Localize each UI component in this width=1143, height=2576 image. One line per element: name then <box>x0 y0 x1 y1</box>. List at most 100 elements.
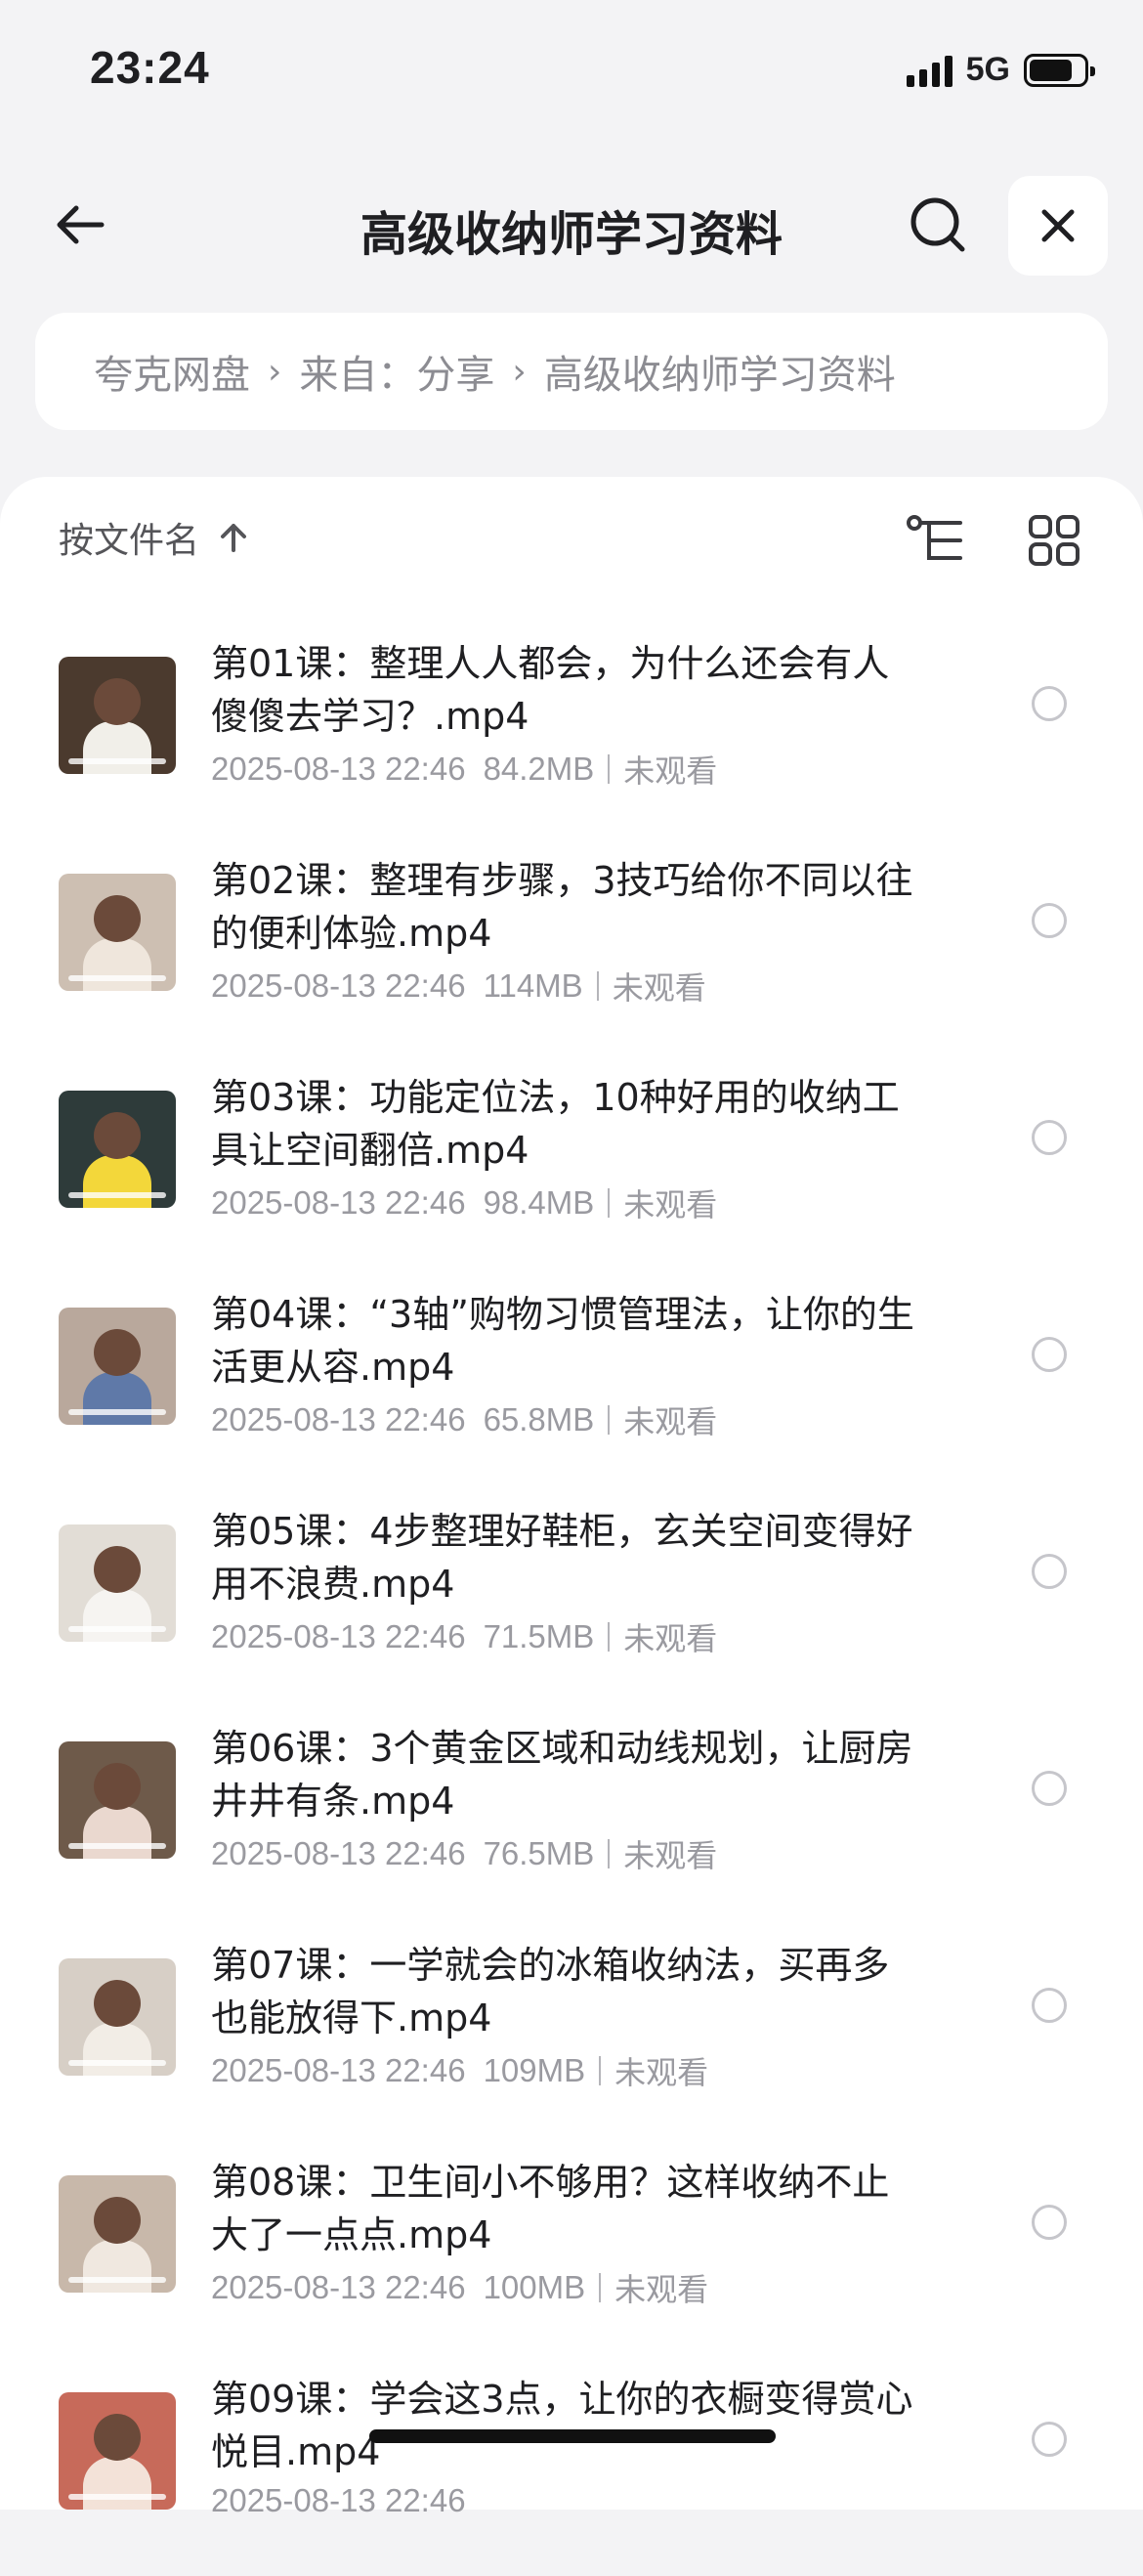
meta-divider <box>599 2273 602 2302</box>
status-time: 23:24 <box>90 42 210 93</box>
grid-view-icon <box>1029 515 1080 566</box>
home-indicator[interactable] <box>369 2429 776 2443</box>
file-date: 2025-08-13 22:46 <box>211 2269 466 2305</box>
thumbnail-caption <box>68 1626 166 1632</box>
video-thumbnail <box>59 1741 176 1859</box>
thumbnail-figure-head <box>94 1329 141 1376</box>
file-name: 第06课：3个黄金区域和动线规划，让厨房井井有条.mp4 <box>211 1727 913 1823</box>
status-indicators: 5G <box>906 51 1095 89</box>
file-size: 100MB <box>483 2269 586 2305</box>
meta-divider <box>608 754 611 784</box>
file-name: 第08课：卫生间小不够用？这样收纳不止大了一点点.mp4 <box>211 2161 890 2256</box>
file-row[interactable]: 第07课：一学就会的冰箱收纳法，买再多也能放得下.mp4 2025-08-13 … <box>0 1925 1143 2142</box>
select-checkbox[interactable] <box>1032 686 1067 721</box>
arrow-left-icon <box>57 205 105 244</box>
file-row[interactable]: 第09课：学会这3点，让你的衣橱变得赏心悦目.mp4 2025-08-13 22… <box>0 2359 1143 2576</box>
status-bar: 23:24 5G <box>0 0 1143 147</box>
select-checkbox[interactable] <box>1032 2422 1067 2457</box>
network-label: 5G <box>965 51 1010 88</box>
meta-divider <box>608 1405 611 1435</box>
video-thumbnail <box>59 1524 176 1642</box>
file-meta: 2025-08-13 22:46 65.8MB 未观看 <box>211 1397 717 1442</box>
file-row[interactable]: 第08课：卫生间小不够用？这样收纳不止大了一点点.mp4 2025-08-13 … <box>0 2142 1143 2359</box>
file-date: 2025-08-13 22:46 <box>211 1618 466 1654</box>
thumbnail-figure-head <box>94 2414 141 2461</box>
thumbnail-figure-body <box>83 721 151 774</box>
file-name: 第01课：整理人人都会，为什么还会有人傻傻去学习？.mp4 <box>211 642 890 738</box>
select-checkbox[interactable] <box>1032 1771 1067 1806</box>
breadcrumb-separator: › <box>268 351 282 392</box>
watch-status: 未观看 <box>623 1837 718 1874</box>
file-meta: 2025-08-13 22:46 71.5MB 未观看 <box>211 1614 717 1659</box>
thumbnail-figure-body <box>83 938 151 991</box>
select-checkbox[interactable] <box>1032 1554 1067 1589</box>
file-size: 71.5MB <box>483 1618 595 1654</box>
meta-divider <box>608 1839 611 1868</box>
file-row[interactable]: 第04课：“3轴”购物习惯管理法，让你的生活更从容.mp4 2025-08-13… <box>0 1274 1143 1491</box>
file-name: 第04课：“3轴”购物习惯管理法，让你的生活更从容.mp4 <box>211 1293 914 1389</box>
file-size: 98.4MB <box>483 1184 595 1221</box>
breadcrumb-item-current: 高级收纳师学习资料 <box>543 353 896 398</box>
meta-divider <box>608 1188 611 1218</box>
breadcrumb: 夸克网盘 › 来自：分享 › 高级收纳师学习资料 <box>35 313 1108 430</box>
breadcrumb-item-root[interactable]: 夸克网盘 <box>94 343 250 400</box>
file-row[interactable]: 第02课：整理有步骤，3技巧给你不同以往的便利体验.mp4 2025-08-13… <box>0 840 1143 1057</box>
thumbnail-caption <box>68 975 166 981</box>
file-row[interactable]: 第05课：4步整理好鞋柜，玄关空间变得好用不浪费.mp4 2025-08-13 … <box>0 1491 1143 1708</box>
file-name: 第07课：一学就会的冰箱收纳法，买再多也能放得下.mp4 <box>211 1944 890 2039</box>
breadcrumb-item-share[interactable]: 来自：分享 <box>299 343 494 400</box>
back-button[interactable] <box>43 188 117 262</box>
close-button[interactable] <box>1008 176 1108 276</box>
meta-divider <box>599 2056 602 2085</box>
watch-status: 未观看 <box>614 2271 709 2308</box>
file-meta: 2025-08-13 22:46 76.5MB 未观看 <box>211 1831 717 1876</box>
file-date: 2025-08-13 22:46 <box>211 751 466 787</box>
select-checkbox[interactable] <box>1032 1988 1067 2023</box>
tree-view-icon <box>907 515 962 560</box>
file-name: 第09课：学会这3点，让你的衣橱变得赏心悦目.mp4 <box>211 2378 913 2473</box>
select-checkbox[interactable] <box>1032 903 1067 938</box>
file-size: 109MB <box>483 2052 586 2088</box>
file-size: 114MB <box>483 967 583 1004</box>
video-thumbnail <box>59 1091 176 1208</box>
thumbnail-caption <box>68 758 166 764</box>
file-meta: 2025-08-13 22:46 <box>211 2482 484 2519</box>
file-date: 2025-08-13 22:46 <box>211 1835 466 1871</box>
tree-view-button[interactable] <box>901 506 969 575</box>
thumbnail-figure-head <box>94 1763 141 1810</box>
thumbnail-figure-body <box>83 2457 151 2510</box>
thumbnail-figure-head <box>94 1546 141 1593</box>
file-name: 第05课：4步整理好鞋柜，玄关空间变得好用不浪费.mp4 <box>211 1510 913 1606</box>
video-thumbnail <box>59 2175 176 2293</box>
file-date: 2025-08-13 22:46 <box>211 967 466 1004</box>
grid-view-button[interactable] <box>1020 506 1088 575</box>
search-button[interactable] <box>901 188 975 262</box>
file-meta: 2025-08-13 22:46 100MB 未观看 <box>211 2265 708 2310</box>
file-meta: 2025-08-13 22:46 84.2MB 未观看 <box>211 747 717 792</box>
select-checkbox[interactable] <box>1032 1120 1067 1155</box>
breadcrumb-separator: › <box>512 351 527 392</box>
file-list-panel: 按文件名 第01课：整理人人都会，为什么还会有人傻傻去学习？.mp4 2025-… <box>0 477 1143 2518</box>
sort-button[interactable]: 按文件名 <box>59 512 250 563</box>
sort-label: 按文件名 <box>59 521 200 561</box>
select-checkbox[interactable] <box>1032 1337 1067 1372</box>
thumbnail-figure-head <box>94 895 141 942</box>
watch-status: 未观看 <box>623 752 718 790</box>
nav-bar: 高级收纳师学习资料 <box>0 166 1143 283</box>
file-row[interactable]: 第01课：整理人人都会，为什么还会有人傻傻去学习？.mp4 2025-08-13… <box>0 623 1143 840</box>
thumbnail-figure-body <box>83 2240 151 2293</box>
video-thumbnail <box>59 874 176 991</box>
thumbnail-figure-body <box>83 1589 151 1642</box>
close-icon <box>1041 209 1075 242</box>
signal-icon <box>906 54 952 87</box>
file-date: 2025-08-13 22:46 <box>211 2482 466 2518</box>
file-row[interactable]: 第06课：3个黄金区域和动线规划，让厨房井井有条.mp4 2025-08-13 … <box>0 1708 1143 1925</box>
select-checkbox[interactable] <box>1032 2205 1067 2240</box>
thumbnail-figure-body <box>83 2023 151 2076</box>
thumbnail-figure-head <box>94 1980 141 2027</box>
thumbnail-caption <box>68 1192 166 1198</box>
file-row[interactable]: 第03课：功能定位法，10种好用的收纳工具让空间翻倍.mp4 2025-08-1… <box>0 1057 1143 1274</box>
file-size: 76.5MB <box>483 1835 595 1871</box>
arrow-up-icon <box>221 524 247 552</box>
file-name: 第03课：功能定位法，10种好用的收纳工具让空间翻倍.mp4 <box>211 1076 900 1172</box>
